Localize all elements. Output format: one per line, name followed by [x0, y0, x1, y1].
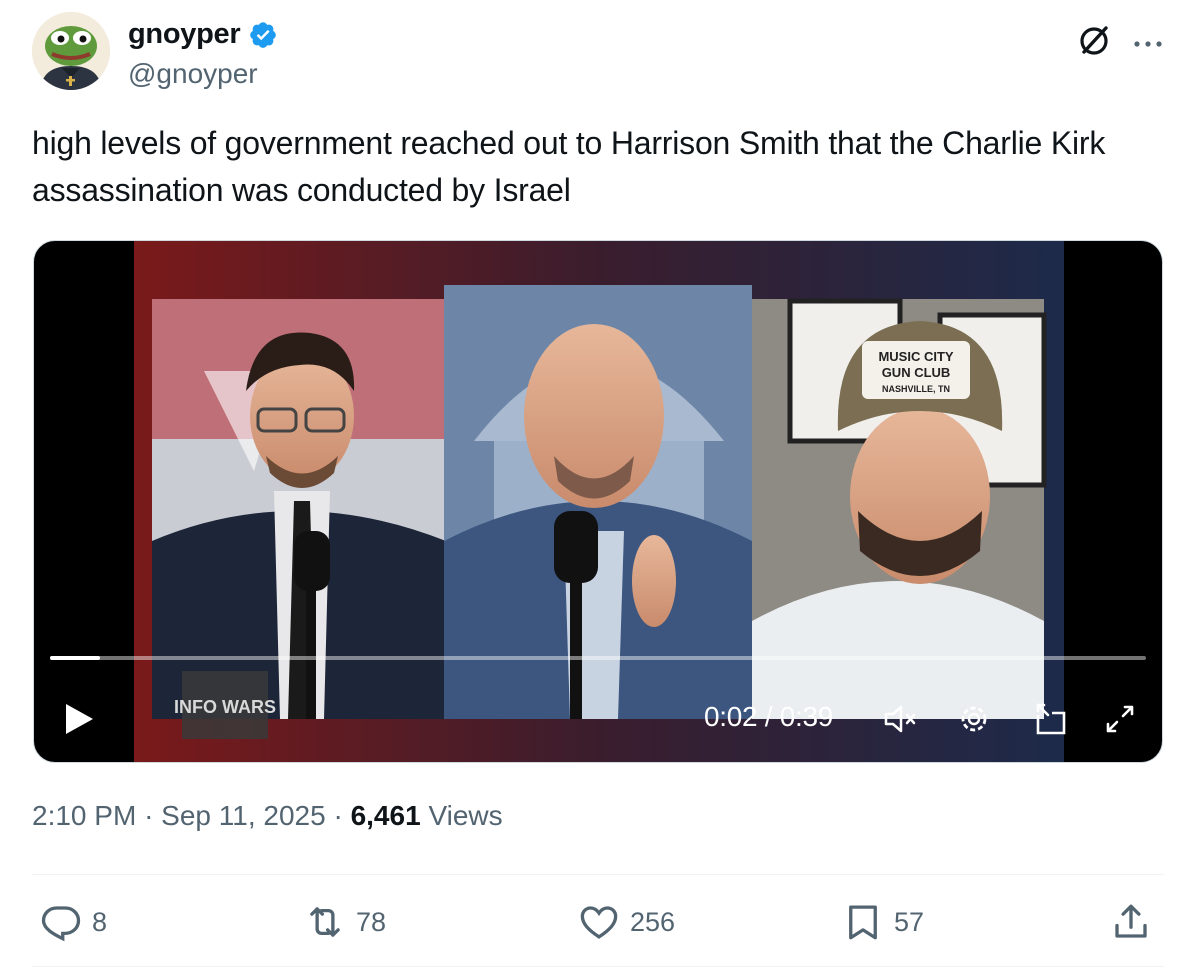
tweet-header: gnoyper @gnoyper — [32, 12, 1164, 92]
tweet-time[interactable]: 2:10 PM — [32, 800, 136, 831]
tweet-meta: 2:10 PM · Sep 11, 2025 · 6,461 Views — [32, 800, 503, 832]
share-button[interactable] — [1110, 900, 1152, 944]
heart-icon — [580, 906, 618, 939]
cap-text-line3: NASHVILLE, TN — [882, 384, 950, 394]
views-label: Views — [428, 800, 503, 831]
bookmark-icon — [849, 905, 877, 940]
fullscreen-icon[interactable] — [1100, 699, 1140, 739]
verified-badge-icon — [250, 21, 277, 48]
bookmark-button[interactable]: 57 — [842, 900, 924, 944]
tweet-date[interactable]: Sep 11, 2025 — [161, 800, 326, 831]
tweet-text: high levels of government reached out to… — [32, 125, 1106, 208]
divider-top — [32, 874, 1164, 875]
video-progress-fill — [50, 656, 101, 660]
grok-icon[interactable] — [1074, 20, 1114, 60]
share-icon — [1115, 904, 1147, 938]
meta-separator: · — [333, 800, 351, 831]
divider-bottom — [32, 966, 1164, 967]
repost-count: 78 — [356, 906, 387, 937]
cap-text-line2: GUN CLUB — [882, 365, 951, 380]
bookmark-count: 57 — [894, 906, 925, 937]
meta-separator: · — [144, 800, 162, 831]
reply-count: 8 — [92, 906, 108, 937]
action-bar: 8 78 256 57 — [32, 890, 1164, 954]
cap-text-line1: MUSIC CITY — [878, 349, 953, 364]
repost-button[interactable]: 78 — [304, 900, 386, 944]
like-button[interactable]: 256 — [578, 900, 675, 944]
video-player[interactable]: MUSIC CITY GUN CLUB NASHVILLE, TN INFO W… — [33, 240, 1163, 763]
picture-in-picture-icon[interactable] — [1030, 699, 1070, 739]
avatar[interactable] — [32, 12, 110, 90]
video-time: 0:02 / 0:39 — [704, 701, 834, 732]
settings-gear-icon[interactable] — [954, 699, 994, 739]
repost-icon — [310, 907, 340, 937]
more-options-icon[interactable] — [1128, 24, 1168, 64]
views-count: 6,461 — [350, 800, 421, 831]
author-handle[interactable]: @gnoyper — [128, 58, 258, 90]
infowars-logo: INFO WARS — [174, 697, 276, 717]
play-icon[interactable] — [62, 701, 96, 737]
reply-icon — [41, 906, 81, 942]
mute-icon[interactable] — [880, 699, 920, 739]
display-name[interactable]: gnoyper — [128, 18, 241, 51]
reply-button[interactable]: 8 — [40, 900, 107, 944]
video-frame: MUSIC CITY GUN CLUB NASHVILLE, TN INFO W… — [134, 241, 1064, 762]
author-name-row: gnoyper — [128, 18, 278, 51]
video-progress-bar[interactable] — [50, 656, 1146, 660]
like-count: 256 — [630, 906, 676, 937]
